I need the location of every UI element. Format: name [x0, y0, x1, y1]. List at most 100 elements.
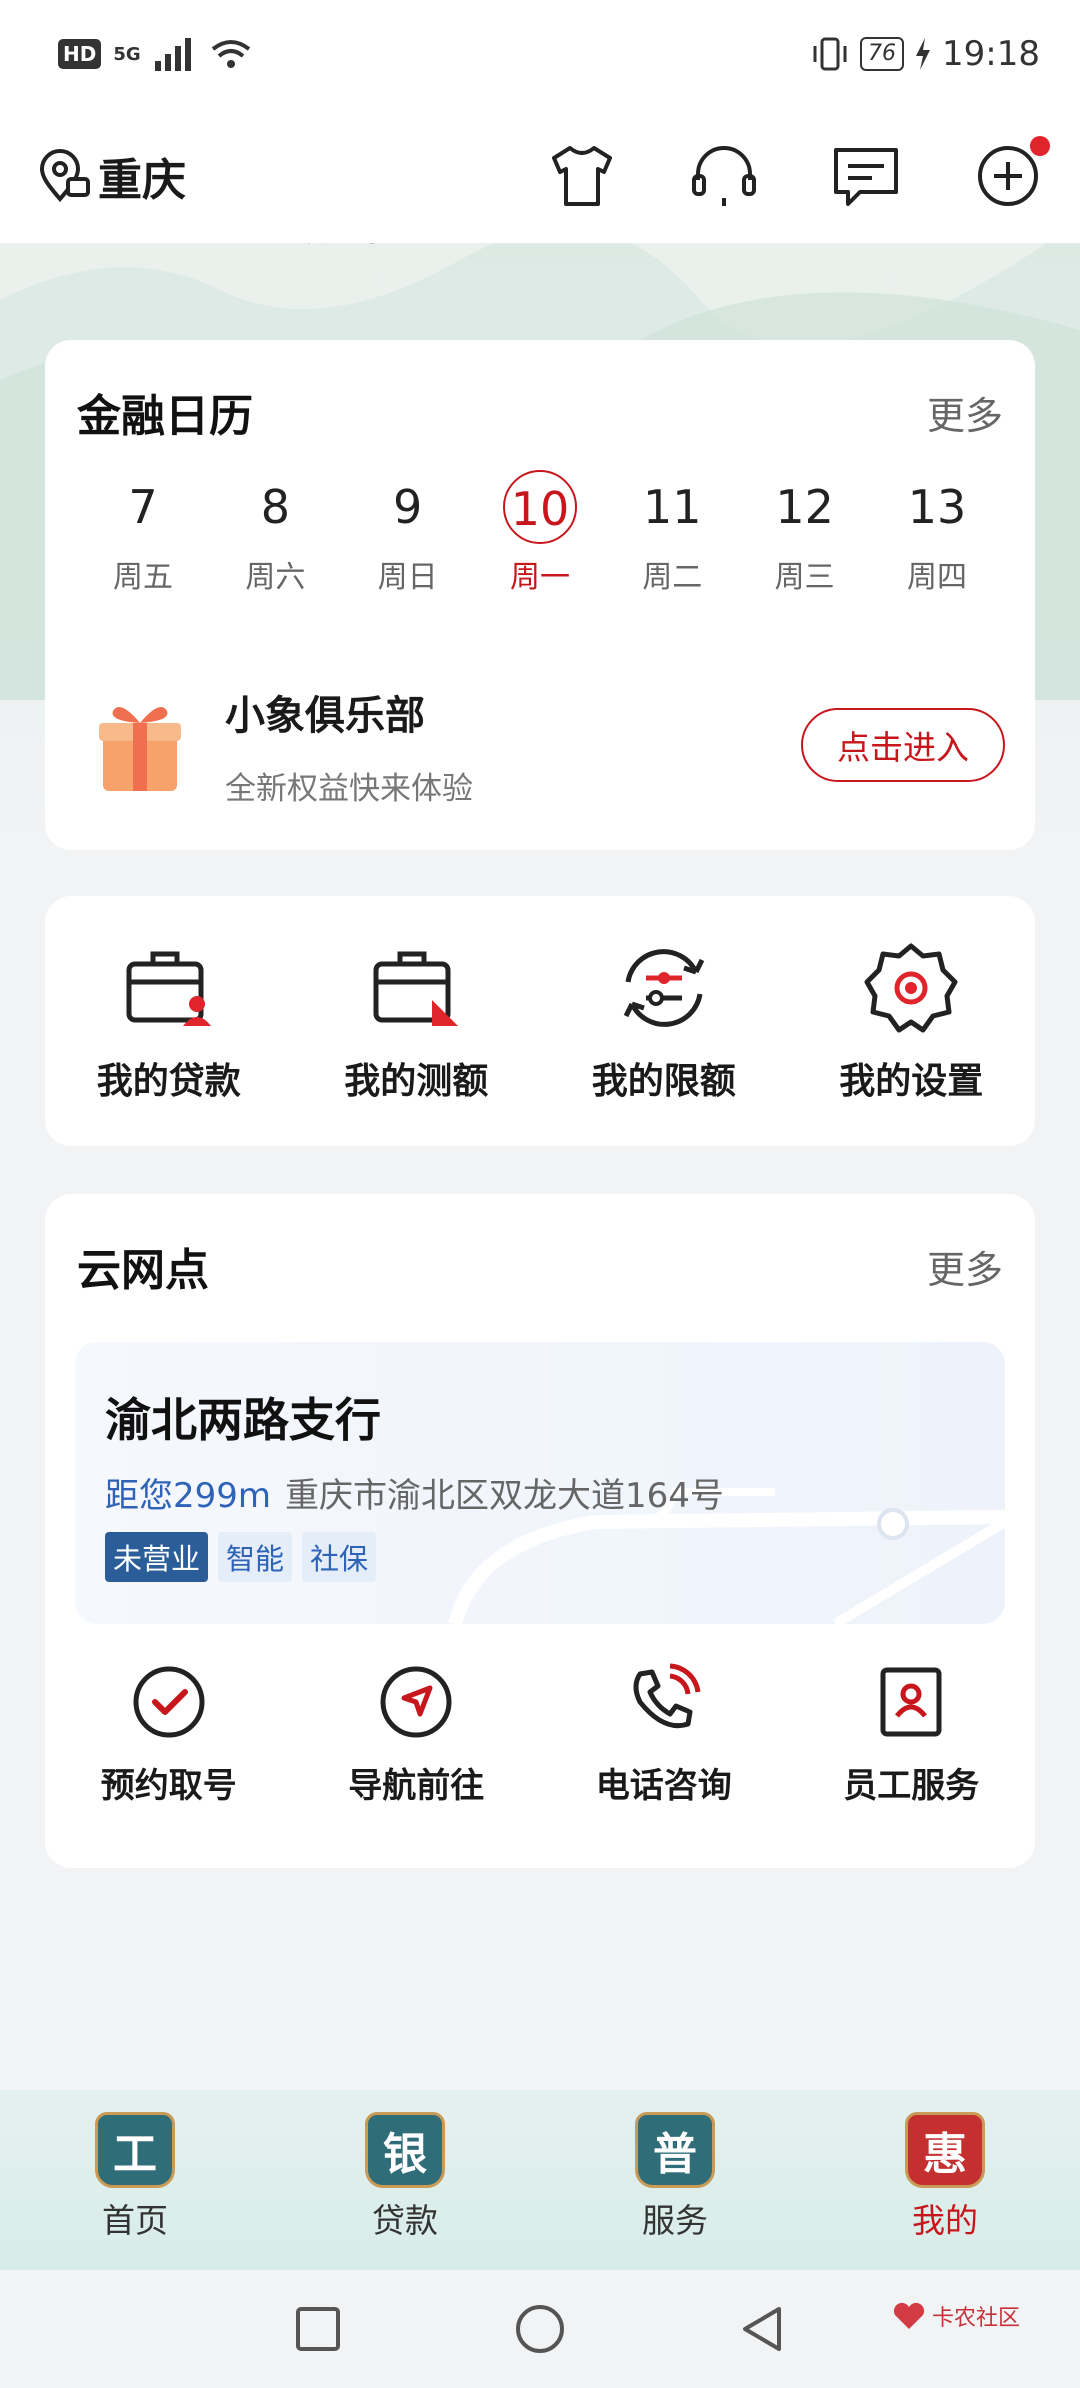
tab-service[interactable]: 普 服务	[540, 2112, 810, 2242]
calendar-day[interactable]: 8 周六	[209, 470, 341, 596]
my-limit-button[interactable]: 我的限额	[540, 938, 787, 1104]
finance-calendar-card: 金融日历 更多 7 周五 8 周六 9 周日 10 周一 11 周二 12 周三 13 周四 小象俱乐部 …	[45, 340, 1035, 850]
battery-level: 76	[860, 37, 905, 71]
network-type: 5G	[113, 43, 141, 65]
staff-service-button[interactable]: 员工服务	[788, 1662, 1035, 1807]
branch-section-title: 云网点	[77, 1245, 209, 1296]
system-nav-bar: 卡农社区	[0, 2270, 1080, 2388]
branch-tags: 未营业 智能 社保	[105, 1532, 377, 1582]
calendar-day[interactable]: 10 周一	[474, 470, 606, 596]
tab-mine-label: 我的	[912, 2201, 978, 2240]
back-triangle-icon[interactable]	[737, 2304, 787, 2354]
branch-info-panel[interactable]: 渝北两路支行 距您299m 重庆市渝北区双龙大道164号 未营业 智能 社保	[75, 1342, 1005, 1624]
calendar-day-weekday: 周二	[642, 560, 703, 595]
branch-more-link[interactable]: 更多	[927, 1239, 1003, 1294]
calendar-day[interactable]: 7 周五	[77, 470, 209, 596]
check-circle-icon	[133, 1666, 205, 1738]
status-badge: 未营业	[105, 1532, 209, 1582]
quick-actions-card: 我的贷款 我的测额 我的限额 我的设置	[45, 896, 1035, 1146]
my-quota-test-label: 我的测额	[344, 1061, 489, 1102]
calendar-more-link[interactable]: 更多	[927, 385, 1003, 440]
club-enter-button[interactable]: 点击进入	[801, 708, 1005, 782]
watermark: 卡农社区	[892, 2300, 1020, 2332]
city-name: 重庆	[98, 154, 186, 206]
home-circle-icon[interactable]	[513, 2302, 567, 2356]
limit-adjust-icon	[623, 949, 704, 1027]
home-tab-icon: 工	[95, 2112, 175, 2188]
my-loan-button[interactable]: 我的贷款	[45, 938, 292, 1104]
headset-icon	[692, 145, 756, 206]
messages-button[interactable]	[830, 140, 902, 212]
calendar-day-weekday: 周四	[906, 560, 967, 595]
branch-distance: 距您299m	[105, 1476, 272, 1516]
bottom-tab-bar: 工 首页 银 贷款 普 服务 惠 我的	[0, 2090, 1080, 2270]
calendar-day[interactable]: 13 周四	[871, 470, 1003, 596]
calendar-day-weekday: 周一	[509, 560, 570, 595]
tab-service-label: 服务	[642, 2201, 708, 2240]
app-header: 重庆	[0, 108, 1080, 243]
club-subtitle: 全新权益快来体验	[225, 770, 473, 807]
staff-service-label: 员工服务	[843, 1766, 980, 1806]
status-bar: HD 5G 76 19:18	[0, 0, 1080, 108]
phone-icon	[633, 1663, 701, 1729]
calendar-day[interactable]: 12 周三	[739, 470, 871, 596]
navigate-button[interactable]: 导航前往	[293, 1662, 540, 1807]
my-settings-label: 我的设置	[839, 1061, 984, 1102]
gift-box-icon	[99, 707, 181, 791]
service-tab-icon: 普	[635, 2112, 715, 2188]
loan-tab-icon: 银	[365, 2112, 445, 2188]
phone-consult-button[interactable]: 电话咨询	[540, 1662, 787, 1807]
my-quota-test-button[interactable]: 我的测额	[293, 938, 540, 1104]
header-icons	[546, 135, 1050, 212]
wifi-icon	[211, 40, 250, 68]
notification-dot	[1030, 135, 1050, 156]
vibrate-icon	[813, 37, 847, 71]
elephant-club-banner[interactable]: 小象俱乐部 全新权益快来体验 点击进入	[95, 685, 1005, 807]
tshirt-button[interactable]	[546, 140, 618, 212]
recent-apps-icon[interactable]	[293, 2304, 343, 2354]
calendar-title: 金融日历	[77, 391, 253, 442]
tab-loan[interactable]: 银 贷款	[270, 2112, 540, 2242]
book-ticket-label: 预约取号	[100, 1766, 237, 1806]
feature-tag-smart: 智能	[218, 1532, 293, 1582]
calendar-day[interactable]: 9 周日	[342, 470, 474, 596]
staff-badge-icon	[880, 1667, 942, 1737]
phone-consult-label: 电话咨询	[595, 1766, 732, 1806]
book-ticket-button[interactable]: 预约取号	[45, 1662, 292, 1807]
calendar-header: 金融日历 更多	[77, 380, 1003, 444]
watermark-logo-icon	[893, 2302, 925, 2329]
calendar-day-number: 8	[260, 480, 290, 534]
branch-name: 渝北两路支行	[105, 1393, 381, 1447]
customer-service-button[interactable]	[688, 140, 760, 212]
charging-icon	[916, 38, 931, 70]
branch-location: 距您299m 重庆市渝北区双龙大道164号	[105, 1468, 724, 1517]
location-pin-icon	[39, 148, 90, 202]
tshirt-icon	[552, 145, 612, 206]
tab-home[interactable]: 工 首页	[0, 2112, 270, 2242]
my-loan-label: 我的贷款	[96, 1061, 241, 1102]
quota-test-icon	[373, 951, 459, 1026]
message-icon	[834, 147, 898, 206]
calendar-day-number: 7	[128, 480, 158, 534]
navigation-icon	[380, 1666, 452, 1738]
city-selector[interactable]: 重庆	[36, 144, 186, 208]
tab-mine[interactable]: 惠 我的	[810, 2112, 1080, 2242]
calendar-day-weekday: 周六	[245, 560, 306, 595]
tab-loan-label: 贷款	[372, 2201, 438, 2240]
branch-address: 重庆市渝北区双龙大道164号	[285, 1476, 724, 1516]
clock: 19:18	[942, 34, 1040, 74]
calendar-day-number: 11	[643, 480, 702, 534]
calendar-day-weekday: 周日	[377, 560, 438, 595]
branch-actions: 预约取号 导航前往 电话咨询 员工服务	[45, 1662, 1035, 1807]
branch-header: 云网点 更多	[77, 1234, 1003, 1298]
status-left: HD 5G	[58, 37, 253, 71]
cloud-branch-card: 云网点 更多 渝北两路支行 距您299m 重庆市渝北区双龙大道164号 未营业 智…	[45, 1194, 1035, 1868]
calendar-day-weekday: 周五	[113, 560, 173, 595]
calendar-day-number: 13	[907, 480, 967, 534]
status-right: 76 19:18	[810, 34, 1040, 74]
my-settings-button[interactable]: 我的设置	[788, 938, 1035, 1104]
calendar-day-number: 9	[393, 480, 423, 534]
calendar-day[interactable]: 11 周二	[606, 470, 738, 596]
watermark-text: 卡农社区	[931, 2306, 1020, 2331]
add-button[interactable]	[972, 135, 1050, 212]
